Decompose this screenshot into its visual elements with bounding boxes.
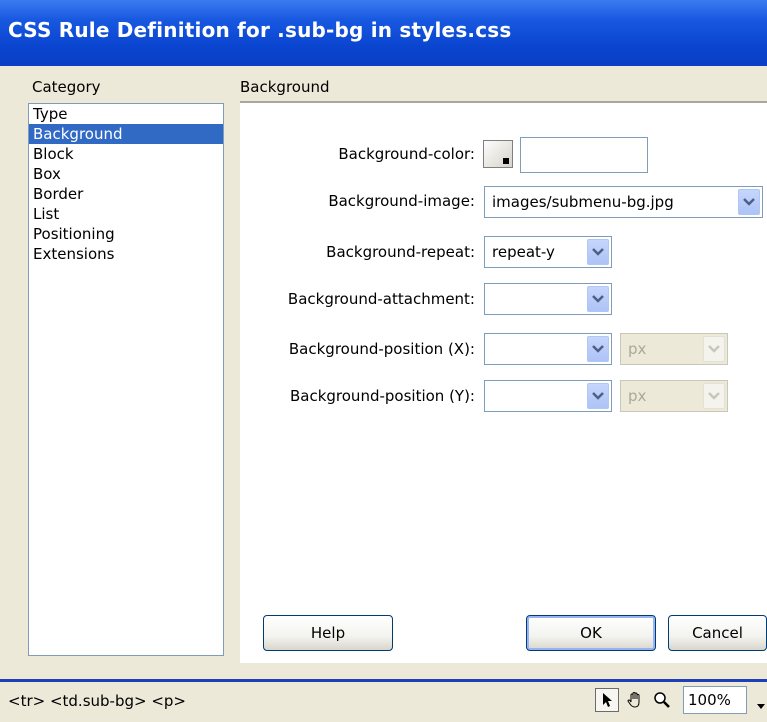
- help-button[interactable]: Help: [263, 615, 393, 651]
- background-color-label: Background-color:: [338, 145, 475, 163]
- zoom-dropdown-icon[interactable]: [757, 696, 765, 714]
- section-heading: Background: [240, 78, 330, 96]
- background-image-select[interactable]: images/submenu-bg.jpg: [484, 186, 763, 218]
- background-repeat-label: Background-repeat:: [326, 243, 475, 261]
- background-position-y-unit-select: px: [620, 380, 728, 412]
- ok-button[interactable]: OK: [526, 615, 656, 651]
- cancel-button[interactable]: Cancel: [668, 615, 767, 651]
- category-item-background[interactable]: Background: [29, 124, 223, 144]
- background-position-x-unit-value: px: [628, 340, 647, 358]
- zoom-level-field[interactable]: 100%: [683, 686, 747, 714]
- background-position-y-unit-value: px: [628, 387, 647, 405]
- color-picker-arrow-icon: [503, 158, 509, 164]
- category-item-extensions[interactable]: Extensions: [29, 244, 223, 264]
- chevron-down-icon[interactable]: [587, 239, 609, 265]
- zoom-level-value: 100%: [688, 691, 731, 709]
- chevron-down-icon: [703, 383, 725, 409]
- chevron-down-icon[interactable]: [587, 286, 609, 312]
- window-title: CSS Rule Definition for .sub-bg in style…: [8, 18, 512, 42]
- background-attachment-select[interactable]: [484, 283, 612, 315]
- background-image-label: Background-image:: [328, 192, 475, 210]
- category-heading: Category: [32, 78, 101, 96]
- category-list[interactable]: Type Background Block Box Border List Po…: [28, 103, 224, 656]
- category-item-border[interactable]: Border: [29, 184, 223, 204]
- background-position-y-label: Background-position (Y):: [289, 387, 475, 405]
- background-repeat-value: repeat-y: [492, 243, 555, 261]
- category-item-box[interactable]: Box: [29, 164, 223, 184]
- background-position-x-unit-select: px: [620, 333, 728, 365]
- chevron-down-icon[interactable]: [587, 336, 609, 362]
- status-bar: <tr> <td.sub-bg> <p> 100%: [0, 679, 767, 722]
- hand-tool-icon[interactable]: [623, 688, 647, 712]
- background-position-x-select[interactable]: [484, 333, 612, 365]
- zoom-tool-icon[interactable]: [650, 688, 674, 712]
- color-picker-button[interactable]: [483, 140, 513, 168]
- title-bar[interactable]: CSS Rule Definition for .sub-bg in style…: [0, 0, 767, 66]
- category-item-list[interactable]: List: [29, 204, 223, 224]
- background-repeat-select[interactable]: repeat-y: [484, 236, 612, 268]
- background-position-x-label: Background-position (X):: [288, 340, 475, 358]
- pointer-tool-icon[interactable]: [595, 688, 619, 712]
- category-item-positioning[interactable]: Positioning: [29, 224, 223, 244]
- chevron-down-icon[interactable]: [587, 383, 609, 409]
- category-item-block[interactable]: Block: [29, 144, 223, 164]
- background-position-y-select[interactable]: [484, 380, 612, 412]
- tag-selector[interactable]: <tr> <td.sub-bg> <p>: [8, 692, 186, 710]
- chevron-down-icon: [703, 336, 725, 362]
- background-color-input[interactable]: [520, 137, 648, 173]
- background-attachment-label: Background-attachment:: [287, 290, 475, 308]
- background-image-value: images/submenu-bg.jpg: [492, 193, 674, 211]
- chevron-down-icon[interactable]: [738, 189, 760, 215]
- category-item-type[interactable]: Type: [29, 104, 223, 124]
